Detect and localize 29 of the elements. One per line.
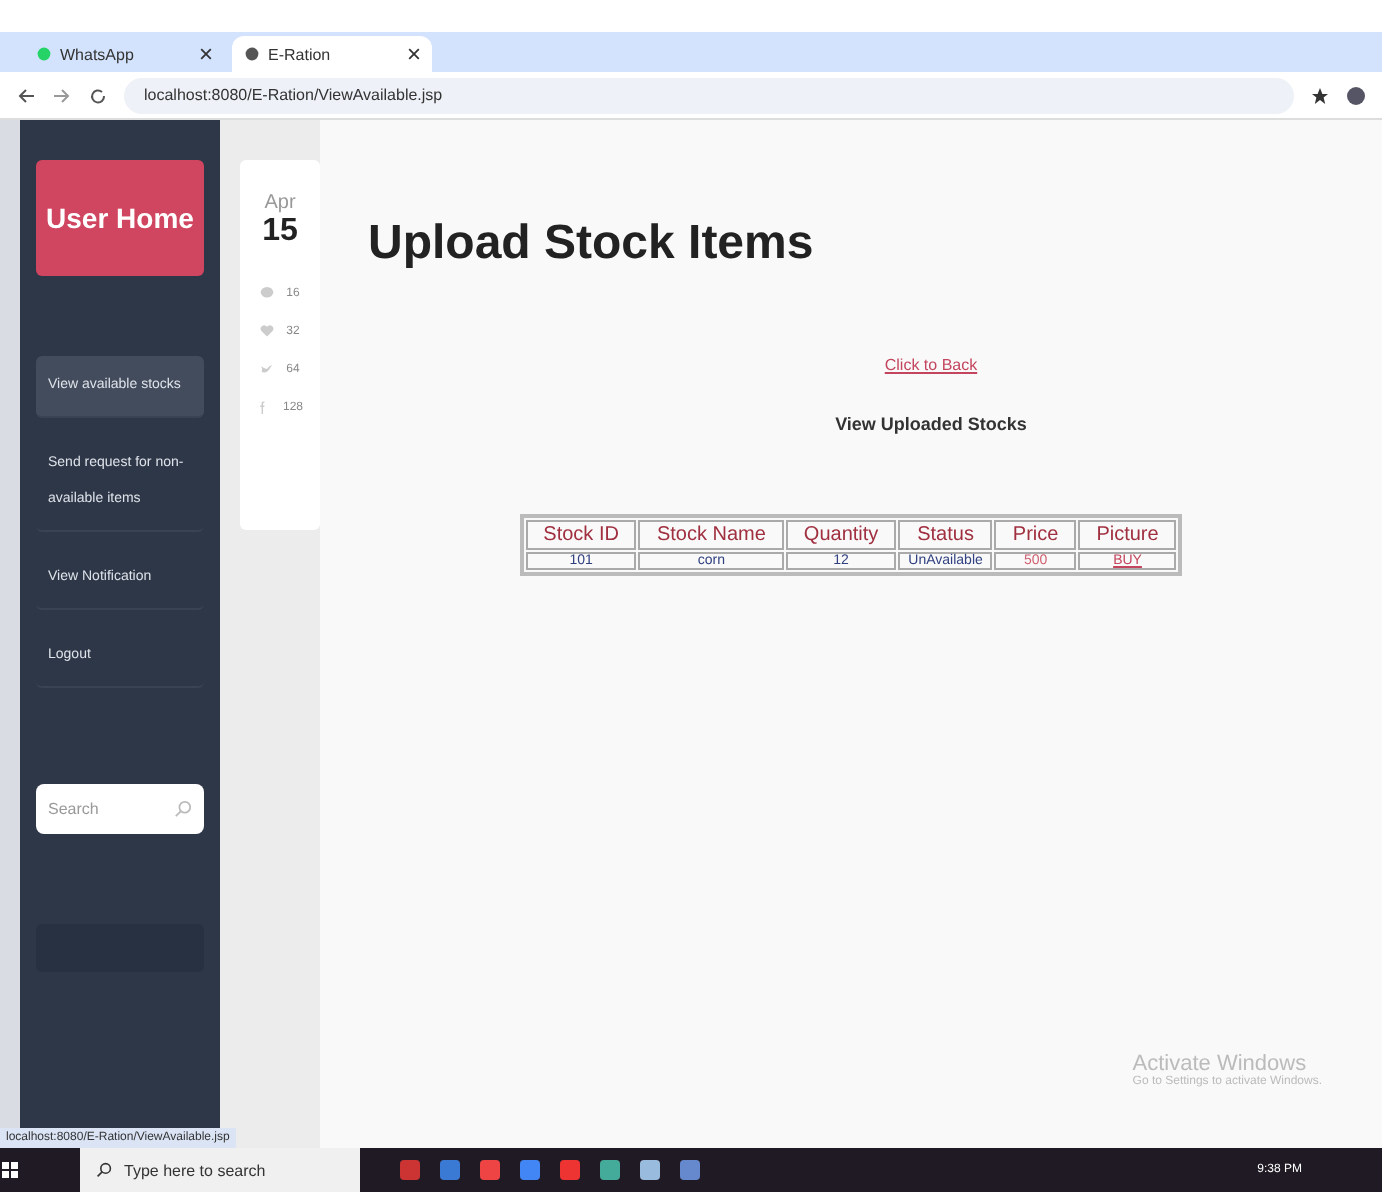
close-icon[interactable] bbox=[200, 48, 212, 60]
date-month: Apr bbox=[264, 192, 296, 214]
column-header: Stock Name bbox=[638, 520, 784, 550]
taskbar-search[interactable]: Type here to search bbox=[80, 1148, 360, 1192]
column-header: Status bbox=[898, 520, 993, 550]
forward-icon[interactable] bbox=[52, 85, 72, 105]
date-day: 15 bbox=[262, 214, 298, 250]
column-header: Price bbox=[994, 520, 1077, 550]
search-icon bbox=[96, 1162, 112, 1178]
column-header: Picture bbox=[1078, 520, 1177, 550]
avatar-icon[interactable] bbox=[1346, 85, 1366, 105]
back-link[interactable]: Click to Back bbox=[884, 356, 978, 374]
star-icon[interactable] bbox=[1310, 85, 1330, 105]
heart-icon bbox=[260, 324, 275, 338]
search-icon bbox=[174, 800, 192, 818]
reload-icon[interactable] bbox=[88, 85, 108, 105]
activation-title: Activate Windows bbox=[1132, 1052, 1307, 1076]
section-heading: View Uploaded Stocks bbox=[835, 414, 1027, 434]
windows-icon[interactable] bbox=[0, 1160, 20, 1180]
column-header: Stock ID bbox=[525, 520, 637, 550]
speech-bubble-icon bbox=[260, 286, 275, 300]
browser-tab[interactable]: E-Ration bbox=[232, 36, 432, 72]
brand-title: User Home bbox=[36, 160, 204, 276]
browser-tab[interactable]: WhatsApp bbox=[24, 36, 224, 72]
close-icon[interactable] bbox=[408, 48, 420, 60]
column-header: Quantity bbox=[785, 520, 897, 550]
page-title: Upload Stock Items bbox=[368, 216, 814, 272]
back-icon[interactable] bbox=[16, 85, 36, 105]
address-field[interactable]: localhost:8080/E-Ration/ViewAvailable.jsp bbox=[124, 77, 1294, 113]
